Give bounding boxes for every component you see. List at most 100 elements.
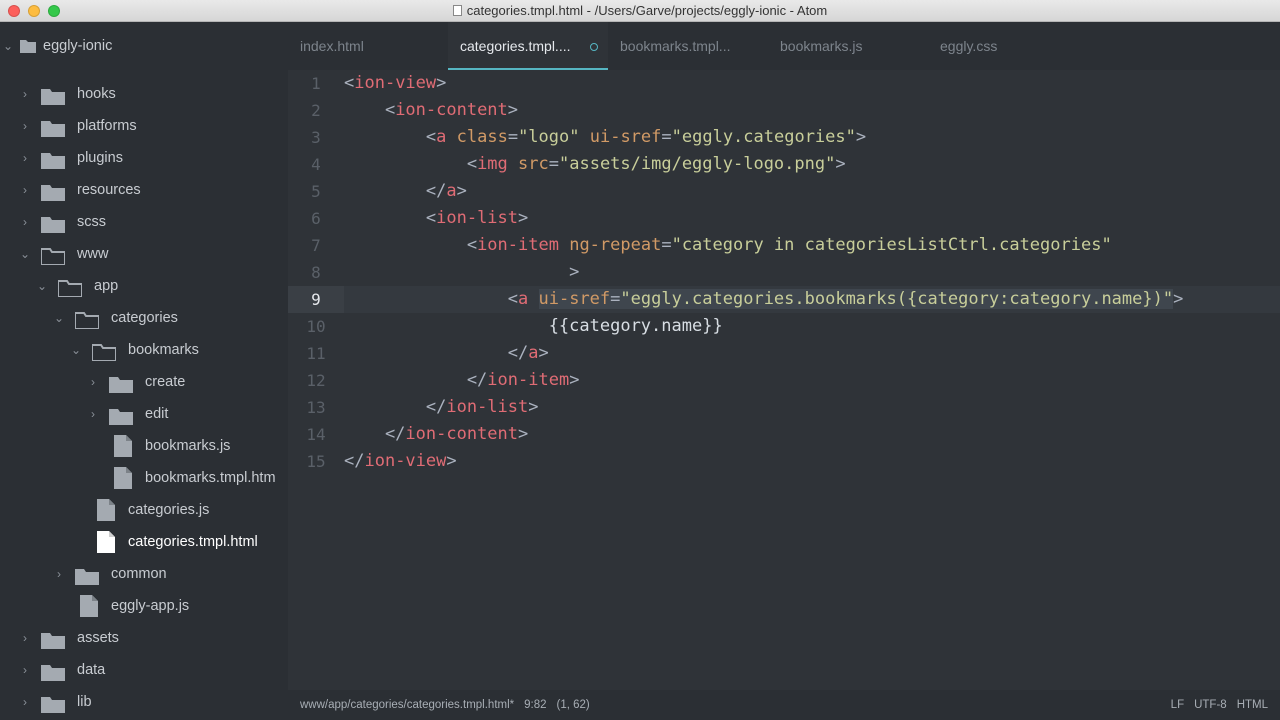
chevron-down-icon[interactable]: ⌄ <box>54 302 64 334</box>
code-line[interactable]: 6 <ion-list> <box>288 205 1280 232</box>
tree-file-eggly-app-js[interactable]: eggly-app.js <box>0 590 288 622</box>
tree-file-categories-js[interactable]: categories.js <box>0 494 288 526</box>
code-token: = <box>507 127 519 147</box>
status-cursor-position[interactable]: 9:82 <box>524 699 546 711</box>
code-line[interactable]: 9 <a ui-sref="eggly.categories.bookmarks… <box>288 286 1280 313</box>
chevron-right-icon[interactable]: › <box>20 622 30 654</box>
chevron-down-icon[interactable]: ⌄ <box>37 270 47 302</box>
line-number[interactable]: 1 <box>288 70 344 97</box>
code-line[interactable]: 2 <ion-content> <box>288 97 1280 124</box>
line-number[interactable]: 10 <box>288 313 344 340</box>
tree-folder-www[interactable]: ⌄ www <box>0 238 288 270</box>
minimize-window-button[interactable] <box>28 5 40 17</box>
tab-label: categories.tmpl.... <box>460 38 571 54</box>
close-window-button[interactable] <box>8 5 20 17</box>
code-token: </ <box>344 181 447 201</box>
code-line[interactable]: 3 <a class="logo" ui-sref="eggly.categor… <box>288 124 1280 151</box>
tree-item-label: common <box>111 566 167 582</box>
code-token: a <box>446 181 457 201</box>
code-line[interactable]: 11 </a> <box>288 340 1280 367</box>
tree-folder-app[interactable]: ⌄ app <box>0 270 288 302</box>
chevron-right-icon[interactable]: › <box>88 366 98 398</box>
code-token: a <box>436 127 447 147</box>
chevron-down-icon[interactable]: ⌄ <box>71 334 81 366</box>
modified-indicator-icon[interactable] <box>590 43 598 51</box>
chevron-right-icon[interactable]: › <box>20 206 30 238</box>
code-line[interactable]: 15 </ion-view> <box>288 448 1280 475</box>
code-line[interactable]: 4 <img src="assets/img/eggly-logo.png"> <box>288 151 1280 178</box>
tree-folder-resources[interactable]: › resources <box>0 174 288 206</box>
tree-file-bookmarks-js[interactable]: bookmarks.js <box>0 430 288 462</box>
status-grammar[interactable]: HTML <box>1237 699 1268 711</box>
status-line-ending[interactable]: LF <box>1171 699 1184 711</box>
chevron-right-icon[interactable]: › <box>20 686 30 718</box>
code-line[interactable]: 1 <ion-view> <box>288 70 1280 97</box>
code-line[interactable]: 7 <ion-item ng-repeat="category in categ… <box>288 232 1280 259</box>
chevron-right-icon[interactable]: › <box>20 174 30 206</box>
tree-folder-create[interactable]: › create <box>0 366 288 398</box>
tree-folder-bookmarks[interactable]: ⌄ bookmarks <box>0 334 288 366</box>
chevron-right-icon[interactable]: › <box>54 558 64 590</box>
line-number[interactable]: 2 <box>288 97 344 124</box>
code-text: </ion-list> <box>344 394 539 421</box>
line-number[interactable]: 3 <box>288 124 344 151</box>
tree-folder-plugins[interactable]: › plugins <box>0 142 288 174</box>
code-editor[interactable]: 1 <ion-view> 2 <ion-content> 3 <a class="lo… <box>288 70 1280 690</box>
tree-folder-categories[interactable]: ⌄ categories <box>0 302 288 334</box>
line-number[interactable]: 14 <box>288 421 344 448</box>
status-file-path[interactable]: www/app/categories/categories.tmpl.html* <box>300 699 514 711</box>
line-number[interactable]: 15 <box>288 448 344 475</box>
status-selection-count: (1, 62) <box>556 699 590 711</box>
chevron-down-icon[interactable]: ⌄ <box>20 238 30 270</box>
code-line[interactable]: 5 </a> <box>288 178 1280 205</box>
code-token: > <box>436 73 447 93</box>
tab-index-html[interactable]: index.html <box>288 22 448 70</box>
tree-view: ⌄ eggly-ionic › hooks › platforms › plugins › r… <box>0 22 288 720</box>
tab-categories-tmpl[interactable]: categories.tmpl.... <box>448 22 608 70</box>
chevron-right-icon[interactable]: › <box>88 398 98 430</box>
chevron-right-icon[interactable]: › <box>20 110 30 142</box>
tree-folder-edit[interactable]: › edit <box>0 398 288 430</box>
tree-file-bookmarks-tmpl-htm[interactable]: bookmarks.tmpl.htm <box>0 462 288 494</box>
tree-folder-assets[interactable]: › assets <box>0 622 288 654</box>
code-token: class <box>456 127 508 147</box>
line-number[interactable]: 4 <box>288 151 344 178</box>
tab-bookmarks-js[interactable]: bookmarks.js <box>768 22 928 70</box>
line-number[interactable]: 6 <box>288 205 344 232</box>
tree-file-categories-tmpl-html[interactable]: categories.tmpl.html <box>0 526 288 558</box>
code-line[interactable]: 8 > <box>288 259 1280 286</box>
tab-bookmarks-tmpl[interactable]: bookmarks.tmpl... <box>608 22 768 70</box>
tree-folder-scss[interactable]: › scss <box>0 206 288 238</box>
folder-icon <box>41 215 65 233</box>
code-line[interactable]: 12 </ion-item> <box>288 367 1280 394</box>
code-line[interactable]: 14 </ion-content> <box>288 421 1280 448</box>
folder-icon <box>41 695 65 713</box>
chevron-right-icon[interactable]: › <box>20 654 30 686</box>
tree-folder-common[interactable]: › common <box>0 558 288 590</box>
line-number[interactable]: 12 <box>288 367 344 394</box>
folder-icon <box>41 119 65 137</box>
tree-folder-data[interactable]: › data <box>0 654 288 686</box>
code-token: > <box>569 370 580 390</box>
zoom-window-button[interactable] <box>48 5 60 17</box>
line-number[interactable]: 5 <box>288 178 344 205</box>
line-number[interactable]: 13 <box>288 394 344 421</box>
code-token: </ <box>344 370 488 390</box>
tree-project-root[interactable]: ⌄ eggly-ionic <box>0 30 288 62</box>
code-text: </a> <box>344 340 549 367</box>
code-line[interactable]: 10 {{category.name}} <box>288 313 1280 340</box>
chevron-right-icon[interactable]: › <box>20 78 30 110</box>
line-number[interactable]: 9 <box>288 286 344 313</box>
line-number[interactable]: 8 <box>288 259 344 286</box>
line-number[interactable]: 7 <box>288 232 344 259</box>
code-line[interactable]: 13 </ion-list> <box>288 394 1280 421</box>
tree-item-label: create <box>145 374 186 390</box>
line-number[interactable]: 11 <box>288 340 344 367</box>
tree-folder-platforms[interactable]: › platforms <box>0 110 288 142</box>
tree-folder-lib[interactable]: › lib <box>0 686 288 718</box>
status-encoding[interactable]: UTF-8 <box>1194 699 1227 711</box>
tree-folder-hooks[interactable]: › hooks <box>0 78 288 110</box>
tab-eggly-css[interactable]: eggly.css <box>928 22 1088 70</box>
chevron-right-icon[interactable]: › <box>20 142 30 174</box>
